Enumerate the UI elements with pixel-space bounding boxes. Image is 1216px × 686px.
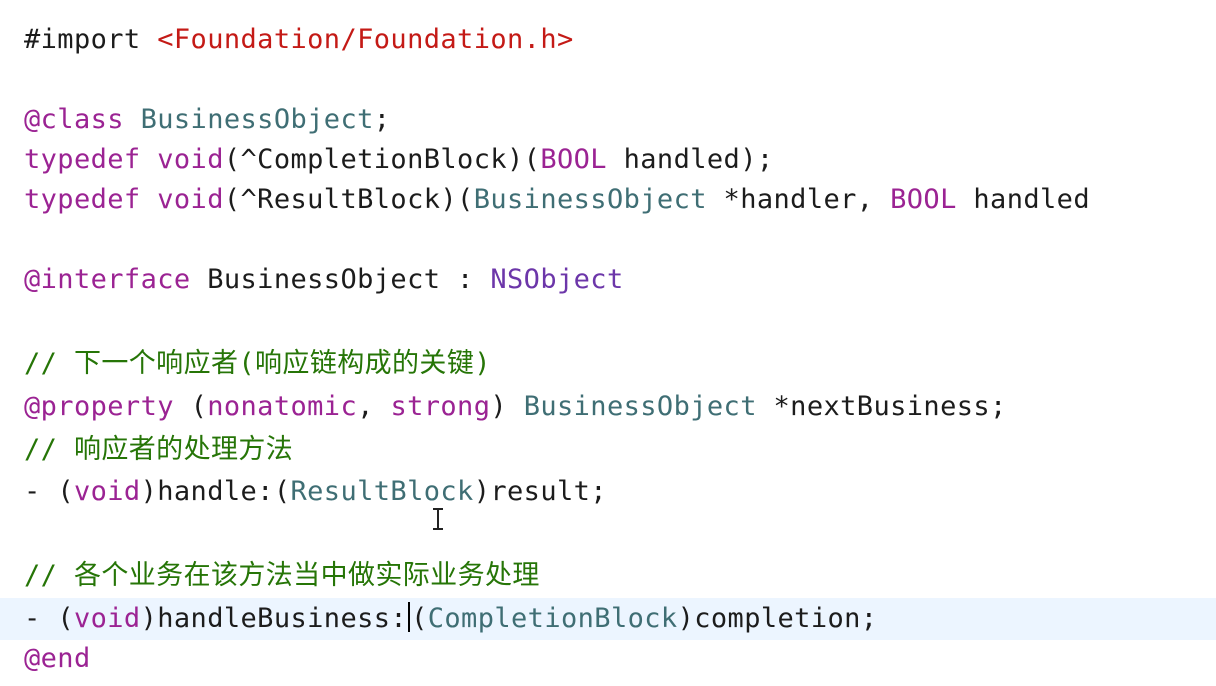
class-keyword: @class	[24, 104, 124, 135]
comment-text: // 响应者的处理方法	[24, 434, 294, 465]
code-line-typedef-result[interactable]: typedef void(^ResultBlock)(BusinessObjec…	[24, 180, 1090, 220]
paren-close: )	[140, 476, 158, 507]
code-line-comment-business[interactable]: // 各个业务在该方法当中做实际业务处理	[24, 556, 540, 596]
import-directive: #import	[24, 24, 141, 55]
code-line-handle-method[interactable]: - (void)handle:(ResultBlock)result;	[24, 472, 607, 512]
paren-open: (	[411, 603, 428, 634]
colon: :	[440, 264, 491, 295]
typedef-keyword: typedef	[24, 184, 141, 215]
handled-param: handled	[956, 184, 1090, 215]
superclass-name: NSObject	[490, 264, 624, 295]
semicolon: ;	[373, 104, 391, 135]
minus-sign: -	[24, 603, 58, 634]
completion-block-decl: (^CompletionBlock)(	[223, 144, 541, 175]
comment-text: // 各个业务在该方法当中做实际业务处理	[24, 560, 540, 591]
result-block-type: ResultBlock	[290, 476, 474, 507]
void-keyword: void	[157, 144, 224, 175]
text-caret	[408, 602, 411, 632]
code-editor[interactable]: #import <Foundation/Foundation.h> @class…	[0, 0, 1216, 686]
void-keyword: void	[157, 184, 224, 215]
code-line-class-forward[interactable]: @class BusinessObject;	[24, 100, 390, 140]
property-name: *nextBusiness;	[773, 391, 1007, 422]
result-param: )result;	[473, 476, 607, 507]
handle-business-method-name: handleBusiness:	[157, 603, 408, 634]
interface-keyword: @interface	[24, 264, 191, 295]
code-line-handle-business[interactable]: - (void)handleBusiness: (CompletionBlock)…	[24, 599, 877, 639]
void-type: void	[73, 476, 141, 507]
bool-type: BOOL	[890, 184, 957, 215]
typedef-keyword: typedef	[24, 144, 141, 175]
code-line-import[interactable]: #import <Foundation/Foundation.h>	[24, 20, 574, 60]
handled-param: handled);	[606, 144, 774, 175]
code-line-comment-next-responder[interactable]: // 下一个响应者(响应链构成的关键)	[24, 344, 491, 384]
business-object-type: BusinessObject	[473, 184, 707, 215]
code-line-comment-handle[interactable]: // 响应者的处理方法	[24, 430, 293, 470]
end-keyword: @end	[24, 643, 91, 674]
strong-attribute: strong	[390, 391, 491, 422]
class-name: BusinessObject	[140, 104, 374, 135]
paren-open: (	[57, 476, 74, 507]
void-type: void	[73, 603, 141, 634]
bool-type: BOOL	[540, 144, 607, 175]
code-line-interface[interactable]: @interface BusinessObject : NSObject	[24, 260, 624, 300]
handler-param: *handler,	[706, 184, 891, 215]
comma: ,	[357, 391, 391, 422]
ibeam-cursor-icon	[432, 508, 444, 530]
comment-text: // 下一个响应者(响应链构成的关键)	[24, 348, 491, 379]
completion-block-type: CompletionBlock	[427, 603, 678, 634]
minus-sign: -	[24, 476, 58, 507]
completion-param: )completion;	[677, 603, 878, 634]
property-type: BusinessObject	[523, 391, 757, 422]
nonatomic-attribute: nonatomic	[207, 391, 358, 422]
import-path: <Foundation/Foundation.h>	[157, 24, 574, 55]
property-keyword: @property	[24, 391, 174, 422]
paren-close: )	[140, 603, 158, 634]
code-line-typedef-completion[interactable]: typedef void(^CompletionBlock)(BOOL hand…	[24, 140, 774, 180]
paren-open: (	[57, 603, 74, 634]
handle-method-name: handle:(	[157, 476, 291, 507]
code-line-property[interactable]: @property (nonatomic, strong) BusinessOb…	[24, 387, 1007, 427]
code-line-end[interactable]: @end	[24, 639, 91, 679]
result-block-decl: (^ResultBlock)(	[223, 184, 474, 215]
paren-close: )	[490, 391, 508, 422]
paren-open: (	[190, 391, 208, 422]
interface-name: BusinessObject	[207, 264, 441, 295]
